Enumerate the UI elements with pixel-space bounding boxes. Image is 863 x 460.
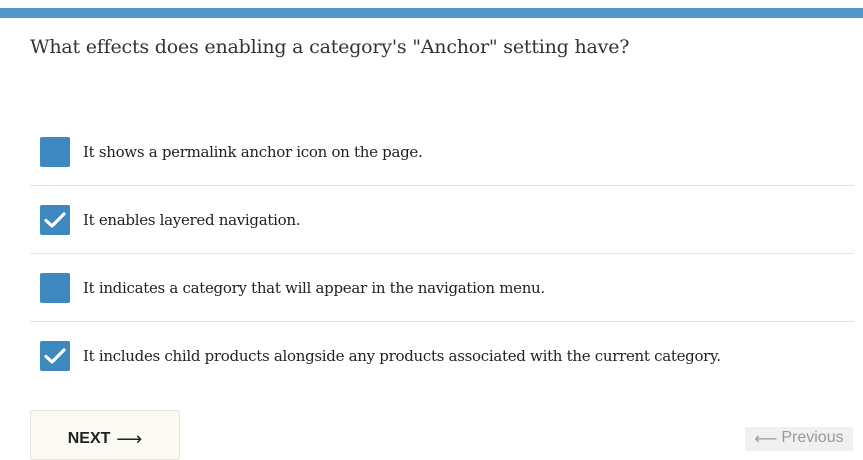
option-item[interactable]: It includes child products alongside any… [30,322,854,390]
option-item[interactable]: It indicates a category that will appear… [30,254,854,322]
option-label: It shows a permalink anchor icon on the … [83,142,423,161]
previous-button-label: Previous [781,429,844,446]
option-label: It indicates a category that will appear… [83,278,545,297]
option-item[interactable]: It enables layered navigation. [30,186,854,254]
arrow-left-icon: ⟵ [754,431,778,448]
option-label: It includes child products alongside any… [83,347,721,365]
checkbox[interactable] [40,136,70,167]
option-item[interactable]: It shows a permalink anchor icon on the … [30,118,854,186]
previous-button[interactable]: ⟵ Previous [745,427,853,451]
question-text: What effects does enabling a category's … [30,36,630,58]
checkbox[interactable] [40,204,70,235]
next-button[interactable]: NEXT ⟶ [30,410,180,460]
next-button-label: NEXT [67,430,111,447]
checkmark-icon [44,211,66,228]
checkbox[interactable] [40,341,70,371]
arrow-right-icon: ⟶ [116,429,143,449]
option-label: It enables layered navigation. [83,210,301,229]
options-list: It shows a permalink anchor icon on the … [30,118,854,390]
checkbox[interactable] [40,272,70,303]
top-accent-bar [0,8,863,18]
checkmark-icon [44,348,66,364]
